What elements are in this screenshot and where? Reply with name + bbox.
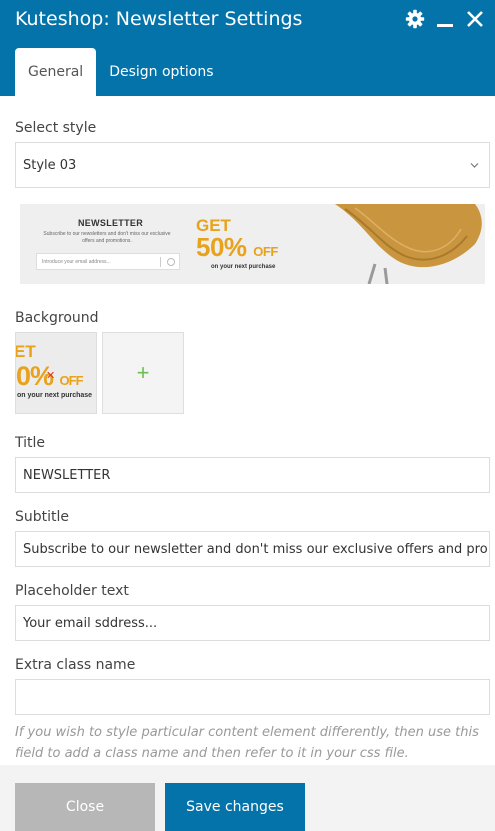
minimize-icon[interactable]	[435, 9, 455, 29]
add-background-button[interactable]: +	[102, 332, 184, 414]
preview-percent: 50% OFF	[196, 232, 278, 263]
placeholder-text-input[interactable]: Your email sddress...	[15, 605, 490, 641]
footer-bar: Close Save changes	[0, 765, 495, 831]
preview-subtext: Subscribe to our newsletters and don't m…	[43, 231, 171, 244]
preview-heading: NEWSLETTER	[78, 218, 143, 228]
subtitle-label: Subtitle	[15, 509, 70, 525]
title-label: Title	[15, 435, 46, 451]
window-title: Kuteshop: Newsletter Settings	[15, 8, 303, 30]
remove-image-icon[interactable]: ✕	[46, 369, 55, 382]
save-changes-button[interactable]: Save changes	[165, 783, 305, 831]
extra-class-label: Extra class name	[15, 657, 136, 673]
preview-email-input: Introduce your email address...	[36, 253, 180, 270]
window-header: Kuteshop: Newsletter Settings General De…	[0, 0, 495, 96]
select-style-label: Select style	[15, 120, 97, 136]
preview-off-text: OFF	[253, 244, 278, 259]
tab-bar: General Design options	[15, 48, 227, 96]
bg-thumb-line1: ET	[15, 342, 36, 361]
preview-submit-icon	[167, 258, 175, 266]
gear-icon[interactable]	[405, 9, 425, 29]
preview-percent-value: 50%	[196, 232, 247, 262]
style-select-value: Style 03	[23, 157, 77, 173]
style-select[interactable]: Style 03	[15, 142, 490, 188]
background-thumbnail[interactable]: ET 0% OFF ✕ on your next purchase	[15, 332, 97, 414]
close-button[interactable]: Close	[15, 783, 155, 831]
subtitle-input[interactable]: Subscribe to our newsletter and don't mi…	[15, 531, 490, 567]
tab-design-options[interactable]: Design options	[96, 48, 226, 96]
bg-thumb-off: OFF	[59, 373, 84, 388]
extra-class-input[interactable]	[15, 679, 490, 715]
tab-general[interactable]: General	[15, 48, 97, 96]
chevron-down-icon	[470, 158, 479, 173]
preview-next-purchase: on your next purchase	[211, 264, 276, 270]
style-preview-image: NEWSLETTER Subscribe to our newsletters …	[20, 204, 485, 284]
bg-thumb-line3: on your next purchase	[17, 392, 93, 399]
preview-input-divider	[160, 257, 161, 267]
window-controls	[405, 9, 485, 29]
extra-class-help-text: If you wish to style particular content …	[15, 725, 479, 761]
close-icon[interactable]	[465, 9, 485, 29]
background-label: Background	[15, 310, 99, 326]
title-input[interactable]: NEWSLETTER	[15, 457, 490, 493]
preview-input-placeholder: Introduce your email address...	[42, 259, 111, 265]
placeholder-text-label: Placeholder text	[15, 583, 129, 599]
chair-image	[335, 204, 482, 284]
